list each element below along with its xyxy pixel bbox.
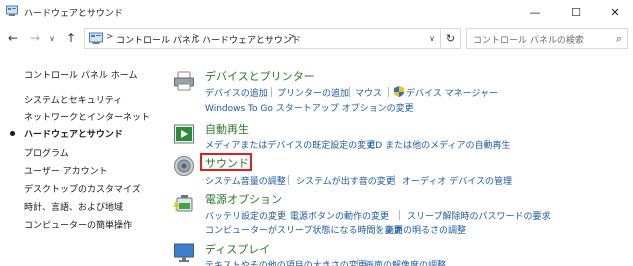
back-arrow-icon: ← [7,31,19,45]
chevron-down-icon: ∨ [49,33,55,43]
add-device-link[interactable]: デバイスの追加 [205,86,268,99]
uac-shield-icon [394,86,404,97]
close-icon: ✕ [610,5,620,19]
speaker-icon [174,156,194,176]
autoplay-cd-link[interactable]: CD または他のメディアの自動再生 [369,138,510,151]
add-printer-link[interactable]: プリンターの追加 [277,86,349,99]
adjust-screen-brightness-link[interactable]: 画面の明るさの調整 [385,223,466,236]
change-sleep-time-link[interactable]: コンピューターがスリープ状態になる時間を変更 [205,223,402,236]
link-separator [399,210,400,220]
back-button[interactable]: ← [4,29,22,47]
battery-icon [174,195,193,212]
manage-audio-devices-link[interactable]: オーディオ デバイスの管理 [402,174,512,187]
chevron-down-icon: ∨ [429,34,435,43]
forward-button[interactable]: → [26,29,44,47]
printer-icon [174,71,194,91]
change-default-media-settings-link[interactable]: メディアまたはデバイスの既定設定の変更 [205,138,375,151]
change-battery-settings-link[interactable]: バッテリ設定の変更 [205,209,286,222]
mouse-link[interactable]: マウス [355,86,382,99]
active-item-bullet [10,131,15,136]
link-separator [288,175,289,185]
maximize-button[interactable]: ☐ [556,0,596,24]
maximize-icon: ☐ [571,5,581,19]
address-bar[interactable]: > コントロール パネル > ハードウェアとサウンド > [84,28,441,49]
link-separator [282,210,283,220]
sidebar-item-clock-language-region[interactable]: 時計、言語、および地域 [24,200,123,213]
search-input[interactable]: コントロール パネルの検索 [473,33,584,46]
display-title[interactable]: ディスプレイ [205,241,270,257]
window-title: ハードウェアとサウンド [24,9,123,19]
power-options-title[interactable]: 電源オプション [205,191,282,207]
sidebar-item-network-and-internet[interactable]: ネットワークとインターネット [24,110,150,123]
title-bar: ハードウェアとサウンド — ☐ ✕ [0,0,633,24]
refresh-button[interactable]: ↻ [441,28,461,49]
adjust-screen-resolution-link[interactable]: 画面の解像度の調整 [365,258,446,266]
device-manager-link[interactable]: デバイス マネージャー [406,86,498,99]
sidebar-item-ease-of-access[interactable]: コンピューターの簡単操作 [24,218,132,231]
adjust-system-volume-link[interactable]: システム音量の調整 [205,174,286,187]
change-power-buttons-link[interactable]: 電源ボタンの動作の変更 [290,209,389,222]
sidebar-item-programs[interactable]: プログラム [24,146,69,159]
sidebar-item-system-and-security[interactable]: システムとセキュリティ [24,93,122,106]
windows-to-go-link[interactable]: Windows To Go スタートアップ オプションの変更 [205,101,414,114]
breadcrumb-control-panel[interactable]: コントロール パネル [116,33,200,46]
minimize-button[interactable]: — [515,0,555,24]
link-separator [388,87,389,97]
sidebar-item-appearance[interactable]: デスクトップのカスタマイズ [24,182,141,195]
breadcrumb-hardware-and-sound[interactable]: ハードウェアとサウンド [202,33,301,46]
change-system-sounds-link[interactable]: システムが出す音の変更 [296,174,395,187]
address-dropdown-button[interactable]: ∨ [424,28,440,49]
forward-arrow-icon: → [29,31,41,45]
control-panel-icon [89,32,103,44]
breadcrumb-separator[interactable]: > [106,32,114,42]
link-separator [349,87,350,97]
control-panel-app-icon [6,5,18,16]
sidebar-item-hardware-and-sound[interactable]: ハードウェアとサウンド [24,127,123,140]
autoplay-icon [174,124,194,144]
breadcrumb-separator[interactable]: > [288,32,296,42]
breadcrumb-separator[interactable]: > [192,32,200,42]
link-separator [361,139,362,149]
up-button[interactable]: ↑ [62,29,80,47]
sidebar-item-control-panel-home[interactable]: コントロール パネル ホーム [24,68,137,81]
sound-title[interactable]: サウンド [205,155,249,171]
search-box[interactable]: コントロール パネルの検索 ⌕ [466,28,628,49]
up-arrow-icon: ↑ [65,31,77,45]
close-button[interactable]: ✕ [595,0,633,24]
link-separator [377,224,378,234]
recent-locations-button[interactable]: ∨ [46,29,58,47]
minimize-icon: — [529,5,541,19]
display-icon [174,243,194,262]
link-separator [357,259,358,266]
devices-and-printers-title[interactable]: デバイスとプリンター [205,68,315,84]
search-icon[interactable]: ⌕ [616,32,622,46]
refresh-icon: ↻ [445,32,456,45]
link-separator [394,175,395,185]
sidebar-item-user-accounts[interactable]: ユーザー アカウント [24,164,108,177]
change-text-size-link[interactable]: テキストやその他の項目の大きさの変更 [205,258,367,266]
link-separator [271,87,272,97]
require-password-on-wakeup-link[interactable]: スリープ解除時のパスワードの要求 [407,209,550,222]
autoplay-title[interactable]: 自動再生 [205,121,249,137]
